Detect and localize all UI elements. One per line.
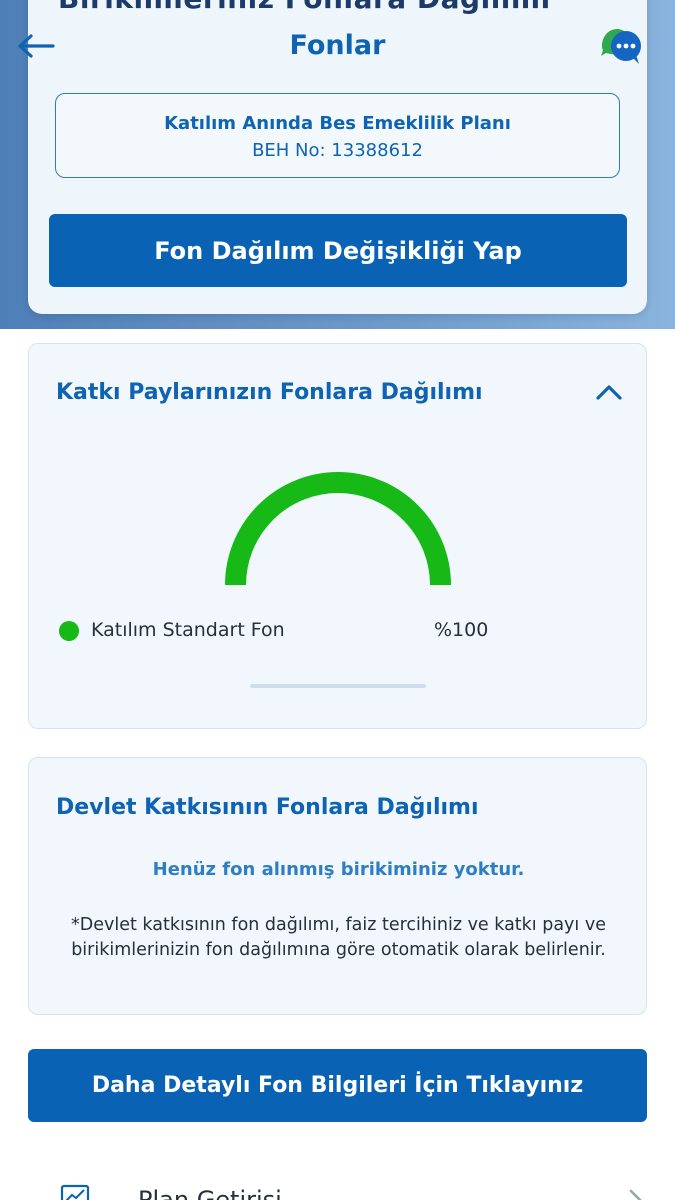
plan-info-box: Katılım Anında Bes Emeklilik Planı BEH N… [55,93,620,178]
clipped-section-title: Birikimleriniz Fonlara Dağılımı [58,0,551,15]
chevron-right-icon[interactable] [628,1188,644,1200]
chevron-up-icon[interactable] [595,382,623,402]
state-contribution-card: Devlet Katkısının Fonlara Dağılımı Henüz… [28,757,647,1015]
page-title: Fonlar [289,30,386,61]
legend-color-dot [59,621,79,641]
chat-button[interactable] [598,24,644,68]
fund-allocation-gauge [225,472,451,586]
gauge-segment-katilim-standart-fon [225,472,451,586]
state-contribution-note: *Devlet katkısının fon dağılımı, faiz te… [71,915,606,960]
chat-bubble-icon [601,29,641,64]
plan-number: BEH No: 13388612 [252,140,423,161]
detailed-fund-info-button[interactable]: Daha Detaylı Fon Bilgileri İçin Tıklayın… [28,1049,647,1122]
legend-fund-percent: %100 [434,619,489,641]
change-fund-allocation-button[interactable]: Fon Dağılım Değişikliği Yap [49,214,627,287]
plan-return-row-label[interactable]: Plan Getirisi [138,1186,282,1200]
legend-fund-name: Katılım Standart Fon [91,619,285,641]
empty-state-message: Henüz fon alınmış birikiminiz yoktur. [152,859,525,880]
contribution-allocation-title: Katkı Paylarınızın Fonlara Dağılımı [56,380,483,405]
chart-icon [60,1184,90,1200]
state-contribution-title: Devlet Katkısının Fonlara Dağılımı [56,795,479,820]
plan-name: Katılım Anında Bes Emeklilik Planı [164,113,511,134]
contribution-allocation-card: Katkı Paylarınızın Fonlara Dağılımı Katı… [28,343,647,729]
carousel-indicator [250,684,426,688]
